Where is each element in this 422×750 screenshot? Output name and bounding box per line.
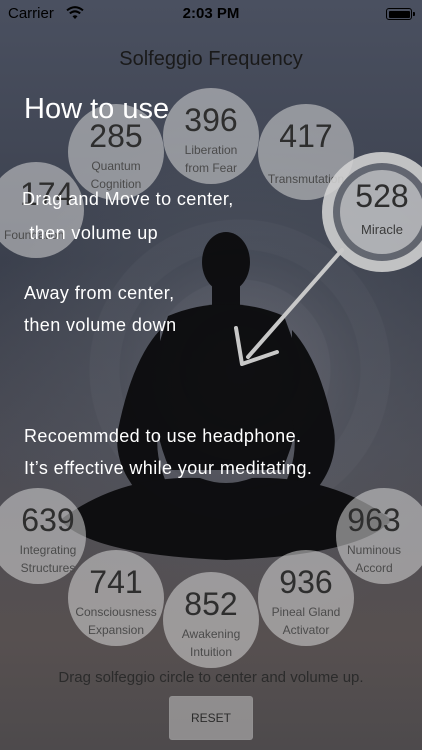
tutorial-line: Drag and Move to center, bbox=[22, 189, 234, 209]
tutorial-line: Away from center, bbox=[24, 283, 175, 303]
drag-hint: Drag solfeggio circle to center and volu… bbox=[58, 669, 364, 686]
reset-button[interactable]: RESET bbox=[169, 696, 253, 740]
tutorial-heading: How to use bbox=[24, 93, 170, 125]
tutorial-line: It’s effective while your meditating. bbox=[24, 458, 313, 478]
tutorial-line: Recoemmded to use headphone. bbox=[24, 426, 302, 446]
tutorial-line: then volume up bbox=[24, 223, 159, 243]
tutorial-line: then volume down bbox=[24, 315, 177, 335]
